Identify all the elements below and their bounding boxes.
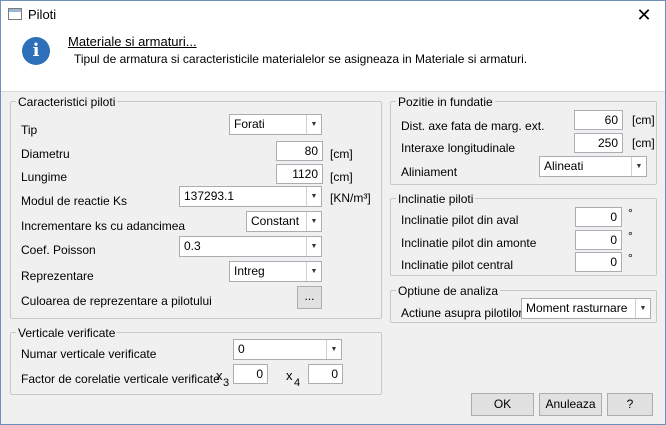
help-button[interactable]: ? bbox=[607, 393, 653, 416]
chevron-down-icon: ▼ bbox=[306, 212, 321, 231]
window-icon bbox=[8, 8, 22, 20]
inclinatie-central-input[interactable]: 0 bbox=[575, 252, 622, 272]
reprezentare-dropdown[interactable]: Intreg ▼ bbox=[229, 261, 322, 282]
actiune-dropdown[interactable]: Moment rasturnare ▼ bbox=[521, 298, 651, 319]
x4-input[interactable]: 0 bbox=[308, 364, 343, 384]
incrementare-dropdown[interactable]: Constant ▼ bbox=[246, 211, 322, 232]
lungime-unit: [cm] bbox=[330, 170, 353, 184]
chevron-down-icon: ▼ bbox=[306, 237, 321, 256]
interaxe-input[interactable]: 250 bbox=[574, 133, 623, 153]
cancel-button[interactable]: Anuleaza bbox=[539, 393, 602, 416]
poisson-dropdown[interactable]: 0.3 ▼ bbox=[179, 236, 322, 257]
info-icon: i bbox=[22, 37, 50, 65]
info-title-link[interactable]: Materiale si armaturi... bbox=[68, 34, 197, 49]
group-caracteristici bbox=[10, 101, 382, 319]
x3-subscript: 3 bbox=[223, 377, 230, 389]
x3-input[interactable]: 0 bbox=[233, 364, 268, 384]
diametru-input[interactable]: 80 bbox=[276, 141, 323, 161]
degree-unit: ° bbox=[628, 251, 633, 265]
window-title: Piloti bbox=[28, 7, 57, 22]
dist-axe-label: Dist. axe fata de marg. ext. bbox=[401, 119, 545, 133]
ok-button[interactable]: OK bbox=[471, 393, 534, 416]
title-bar: Piloti ✕ bbox=[1, 1, 665, 30]
group-inclinatie-legend: Inclinatie piloti bbox=[396, 192, 476, 206]
actiune-label: Actiune asupra pilotilor bbox=[401, 306, 523, 320]
x4-label: x bbox=[286, 368, 293, 383]
aliniament-dropdown[interactable]: Alineati ▼ bbox=[539, 156, 647, 177]
group-optiune-legend: Optiune de analiza bbox=[396, 284, 501, 298]
dist-axe-unit: [cm] bbox=[632, 113, 655, 127]
lungime-input[interactable]: 1120 bbox=[276, 164, 323, 184]
modul-label: Modul de reactie Ks bbox=[21, 194, 128, 208]
chevron-down-icon: ▼ bbox=[635, 299, 650, 318]
group-pozitie-legend: Pozitie in fundatie bbox=[396, 95, 495, 109]
x4-subscript: 4 bbox=[294, 377, 301, 389]
group-caracteristici-legend: Caracteristici piloti bbox=[16, 95, 118, 109]
color-picker-button[interactable]: ... bbox=[297, 286, 322, 309]
numar-verticale-dropdown[interactable]: 0 ▼ bbox=[233, 339, 342, 360]
numar-verticale-label: Numar verticale verificate bbox=[21, 347, 157, 361]
group-verticale-legend: Verticale verificate bbox=[16, 326, 118, 340]
chevron-down-icon: ▼ bbox=[631, 157, 646, 176]
inclinatie-aval-label: Inclinatie pilot din aval bbox=[401, 213, 519, 227]
inclinatie-aval-input[interactable]: 0 bbox=[575, 207, 622, 227]
diametru-label: Diametru bbox=[21, 147, 70, 161]
tip-dropdown[interactable]: Forati ▼ bbox=[229, 114, 322, 135]
dialog-window: Piloti ✕ i Materiale si armaturi... Tipu… bbox=[0, 0, 666, 425]
degree-unit: ° bbox=[628, 206, 633, 220]
info-header: i Materiale si armaturi... Tipul de arma… bbox=[1, 30, 665, 92]
chevron-down-icon: ▼ bbox=[306, 187, 321, 206]
reprezentare-label: Reprezentare bbox=[21, 269, 94, 283]
chevron-down-icon: ▼ bbox=[306, 115, 321, 134]
culoare-label: Culoarea de reprezentare a pilotului bbox=[21, 294, 212, 308]
inclinatie-amonte-input[interactable]: 0 bbox=[575, 230, 622, 250]
diametru-unit: [cm] bbox=[330, 147, 353, 161]
degree-unit: ° bbox=[628, 229, 633, 243]
dist-axe-input[interactable]: 60 bbox=[574, 110, 623, 130]
inclinatie-central-label: Inclinatie pilot central bbox=[401, 258, 514, 272]
modul-dropdown[interactable]: 137293.1 ▼ bbox=[179, 186, 322, 207]
modul-unit: [KN/m³] bbox=[330, 191, 371, 205]
interaxe-unit: [cm] bbox=[632, 136, 655, 150]
lungime-label: Lungime bbox=[21, 170, 68, 184]
x3-label: x bbox=[216, 368, 223, 383]
close-icon[interactable]: ✕ bbox=[629, 3, 659, 27]
incrementare-label: Incrementare ks cu adancimea bbox=[21, 219, 186, 233]
info-text: Tipul de armatura si caracteristicile ma… bbox=[74, 52, 528, 66]
poisson-label: Coef. Poisson bbox=[21, 243, 96, 257]
factor-corelatie-label: Factor de corelatie verticale verificate bbox=[21, 372, 220, 386]
interaxe-label: Interaxe longitudinale bbox=[401, 141, 516, 155]
inclinatie-amonte-label: Inclinatie pilot din amonte bbox=[401, 236, 537, 250]
tip-label: Tip bbox=[21, 123, 38, 137]
aliniament-label: Aliniament bbox=[401, 165, 458, 179]
chevron-down-icon: ▼ bbox=[326, 340, 341, 359]
chevron-down-icon: ▼ bbox=[306, 262, 321, 281]
